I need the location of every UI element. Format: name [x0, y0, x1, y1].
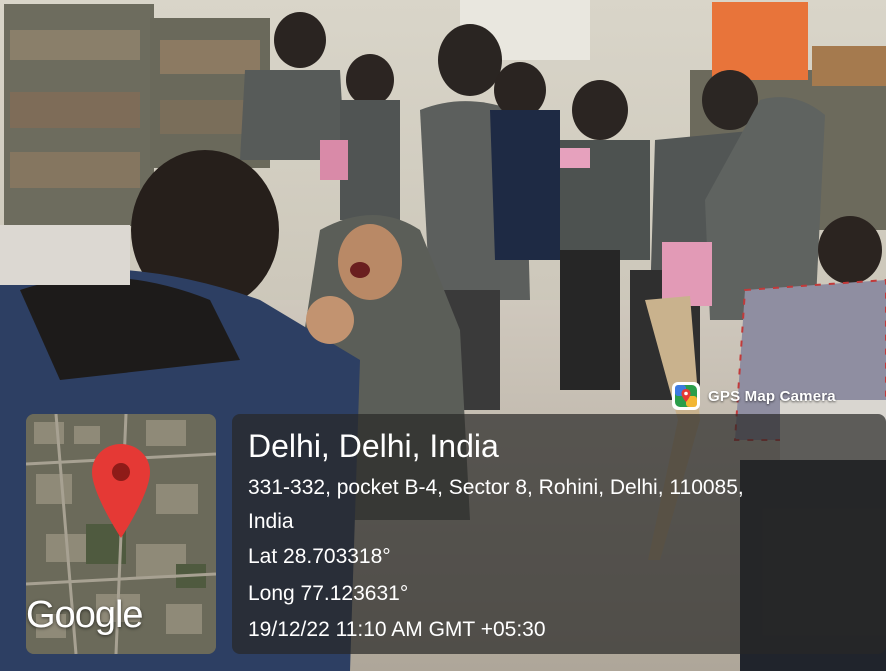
- timestamp-text: 19/12/22 11:10 AM GMT +05:30: [248, 618, 546, 641]
- longitude-text: Long 77.123631°: [248, 582, 409, 605]
- gps-map-camera-icon: [672, 382, 700, 410]
- address-line-2: India: [248, 510, 294, 533]
- location-title: Delhi, Delhi, India: [248, 428, 499, 464]
- address-line-1: 331-332, pocket B-4, Sector 8, Rohini, D…: [248, 476, 744, 499]
- gps-app-name: GPS Map Camera: [708, 387, 836, 405]
- gps-app-badge: GPS Map Camera: [672, 380, 836, 412]
- location-info-panel: Delhi, Delhi, India 331-332, pocket B-4,…: [232, 414, 886, 654]
- map-pin-icon: [92, 444, 150, 538]
- map-brand-logo: Google: [26, 594, 144, 636]
- map-thumbnail: Google: [26, 414, 216, 654]
- latitude-text: Lat 28.703318°: [248, 545, 391, 568]
- location-overlay: Google Delhi, Delhi, India 331-332, pock…: [26, 414, 886, 658]
